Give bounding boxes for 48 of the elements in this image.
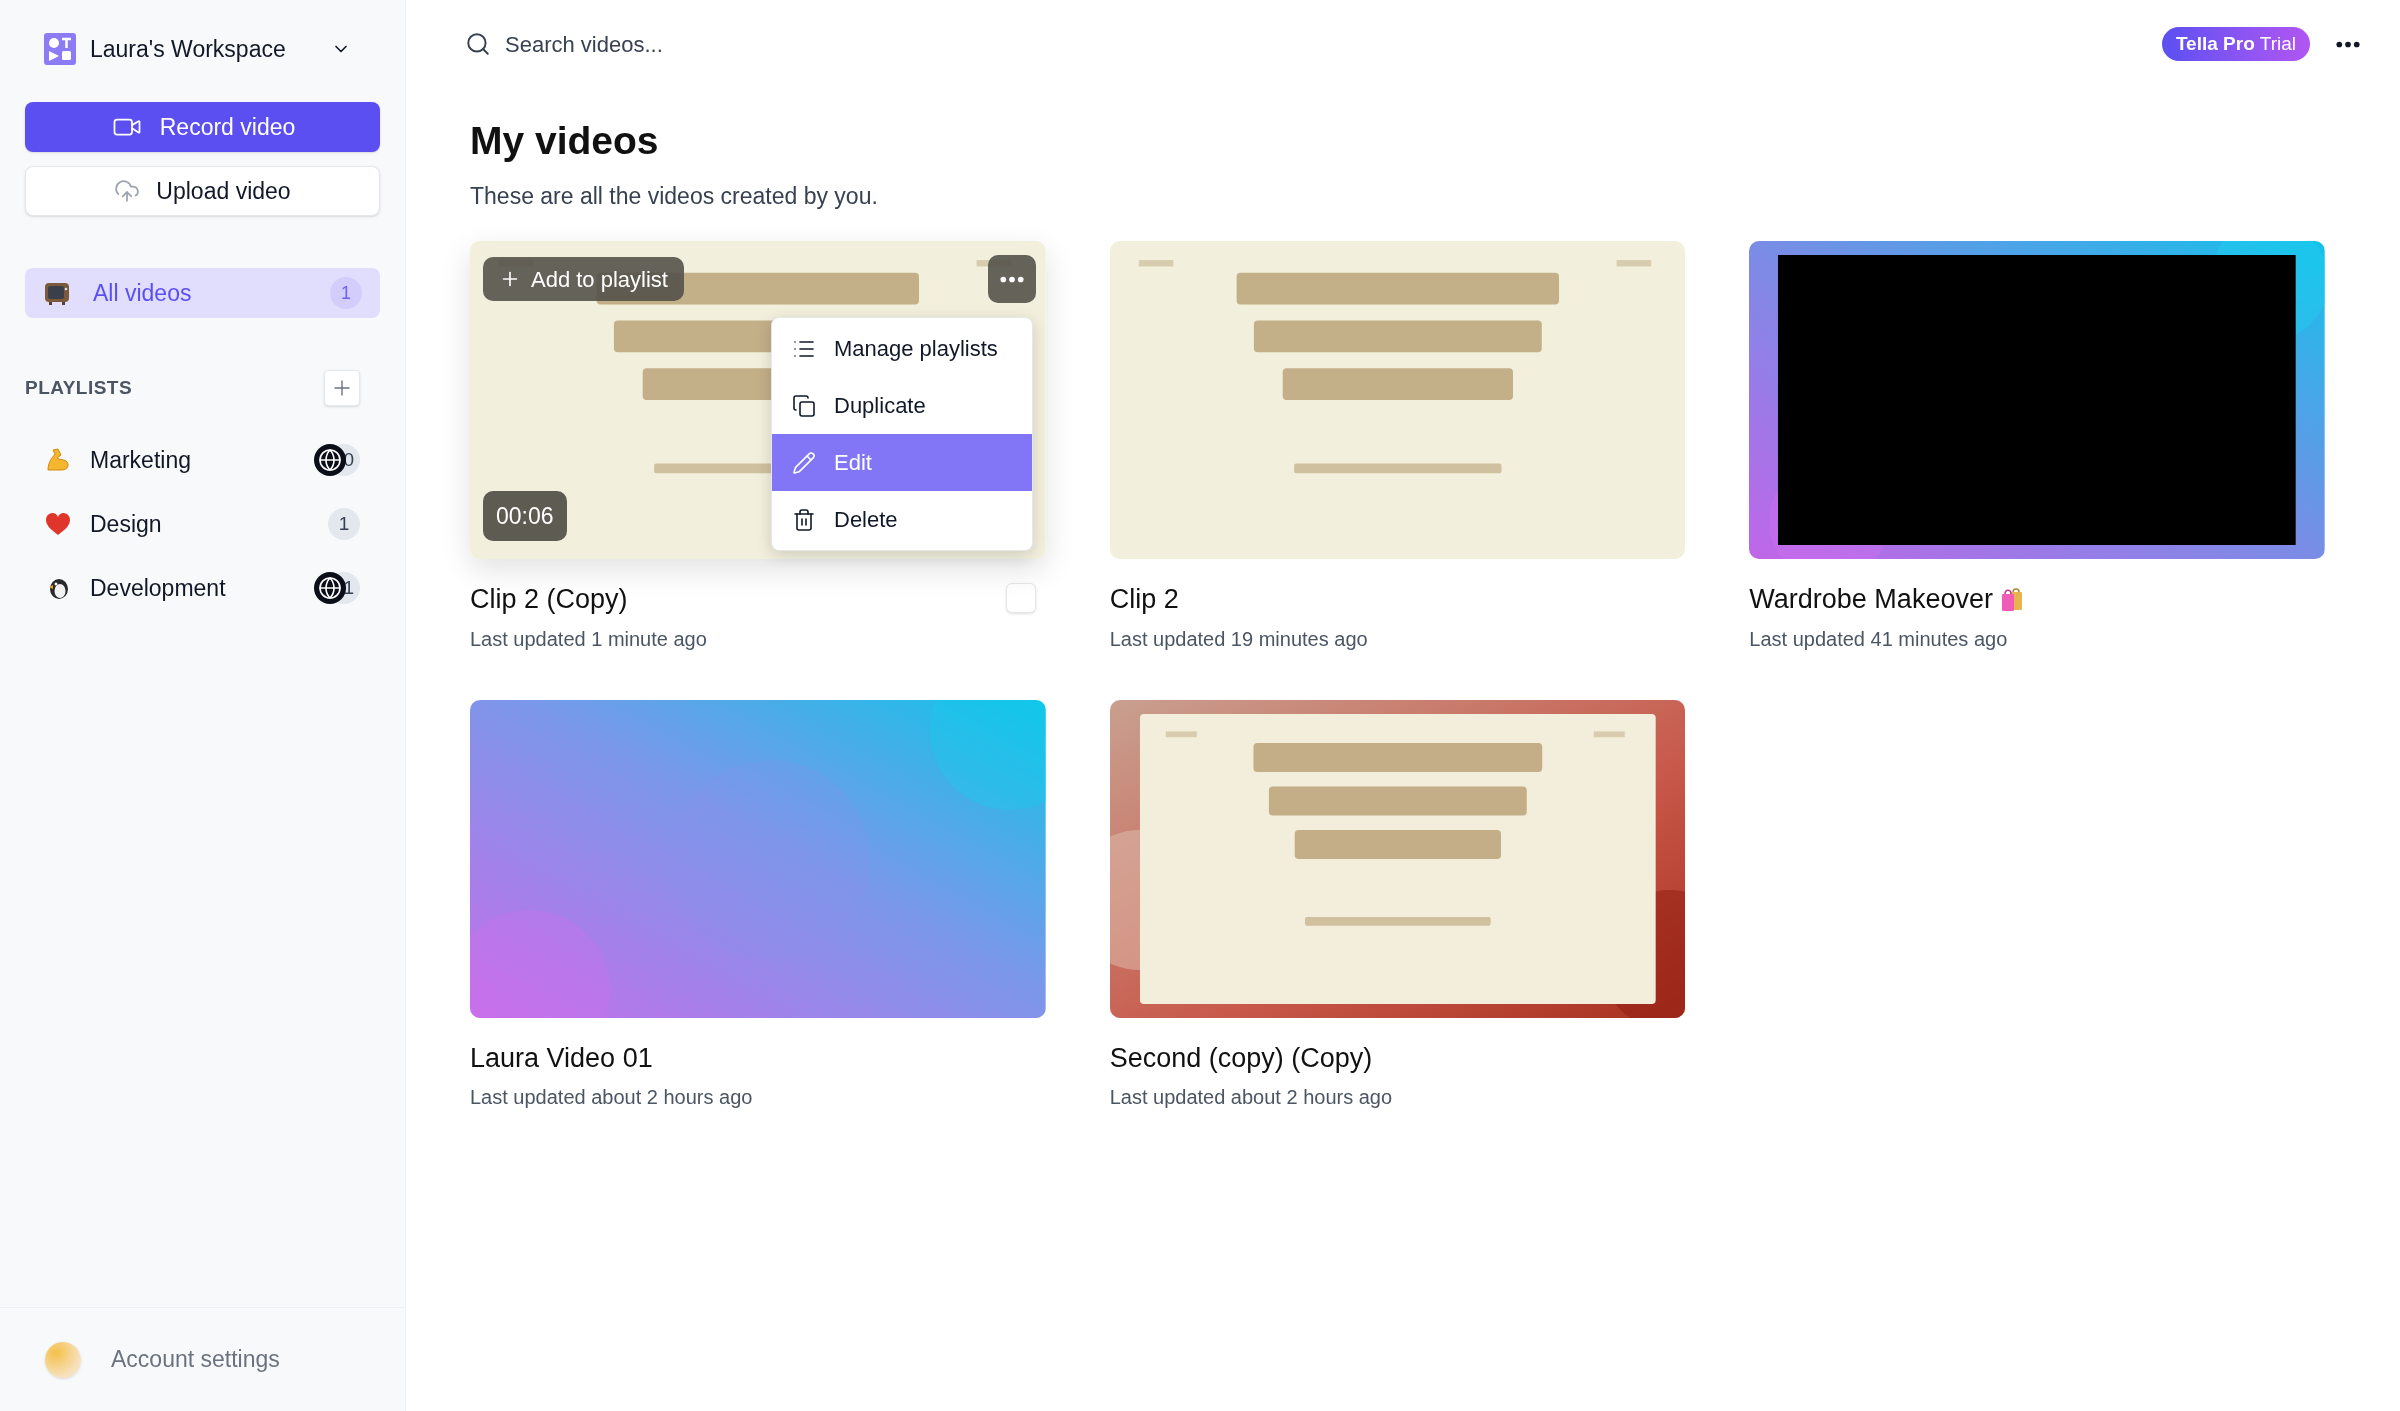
playlist-name: Design xyxy=(90,509,162,539)
menu-item[interactable]: Manage playlists xyxy=(772,320,1032,377)
select-checkbox[interactable] xyxy=(1005,583,1036,613)
more-button[interactable] xyxy=(987,255,1036,303)
playlist-item[interactable]: Design 1 xyxy=(44,492,360,556)
page-subtitle: These are all the videos created by you. xyxy=(470,181,879,211)
cloud-upload-icon xyxy=(114,178,141,204)
workspace-logo-icon xyxy=(44,33,76,65)
workspace-name[interactable]: Laura's Workspace xyxy=(90,31,286,67)
last-updated-label: Last updated 41 minutes ago xyxy=(1749,626,2009,652)
record-video-button[interactable]: Record video xyxy=(25,102,380,152)
count-badge: 1 xyxy=(330,277,362,309)
video-title[interactable]: Laura Video 01 xyxy=(470,1037,653,1078)
page-title: My videos xyxy=(470,118,660,164)
add-to-playlist-button[interactable]: Add to playlist xyxy=(483,257,684,301)
account-settings-link[interactable]: Account settings xyxy=(111,1342,280,1377)
flexed-arm-icon xyxy=(44,446,72,474)
playlists-heading: PLAYLISTS xyxy=(25,375,133,400)
last-updated-label: Last updated 19 minutes ago xyxy=(1109,626,1368,652)
search-field[interactable]: Search videos... xyxy=(505,27,1005,61)
upload-video-button[interactable]: Upload video xyxy=(25,166,380,216)
more-icon[interactable] xyxy=(2336,40,2360,48)
copy-icon xyxy=(792,393,816,418)
plan-badge[interactable]: Tella Pro Trial xyxy=(2161,27,2310,61)
add-playlist-button[interactable] xyxy=(324,370,360,406)
nav-item[interactable]: All videos 1 xyxy=(25,268,380,318)
count-badge: 1 xyxy=(328,508,360,540)
last-updated-label: Last updated 1 minute ago xyxy=(470,626,707,652)
menu-item[interactable]: Duplicate xyxy=(772,377,1032,434)
avatar-icon xyxy=(45,1341,81,1378)
video-title[interactable]: Clip 2 (Copy) xyxy=(470,579,628,620)
video-title[interactable]: Clip 2 xyxy=(1109,579,1179,620)
more-icon xyxy=(999,275,1024,283)
playlist-name: Development xyxy=(90,573,226,603)
menu-item[interactable]: Edit xyxy=(772,434,1032,491)
menu-item[interactable]: Delete xyxy=(772,491,1032,548)
trash-icon xyxy=(792,507,816,532)
video-title[interactable]: Second (copy) (Copy) xyxy=(1109,1037,1373,1078)
heart-icon xyxy=(44,510,72,538)
last-updated-label: Last updated about 2 hours ago xyxy=(470,1085,753,1110)
last-updated-label: Last updated about 2 hours ago xyxy=(1109,1085,1393,1110)
search-icon xyxy=(465,31,491,57)
nav-label: All videos xyxy=(93,278,192,308)
playlist-name: Marketing xyxy=(90,445,191,475)
pencil-icon xyxy=(792,450,816,475)
video-title[interactable]: Wardrobe Makeover xyxy=(1749,579,1993,620)
playlist-item[interactable]: Development 1 xyxy=(44,556,360,620)
duration-label: 00:06 xyxy=(483,491,567,541)
